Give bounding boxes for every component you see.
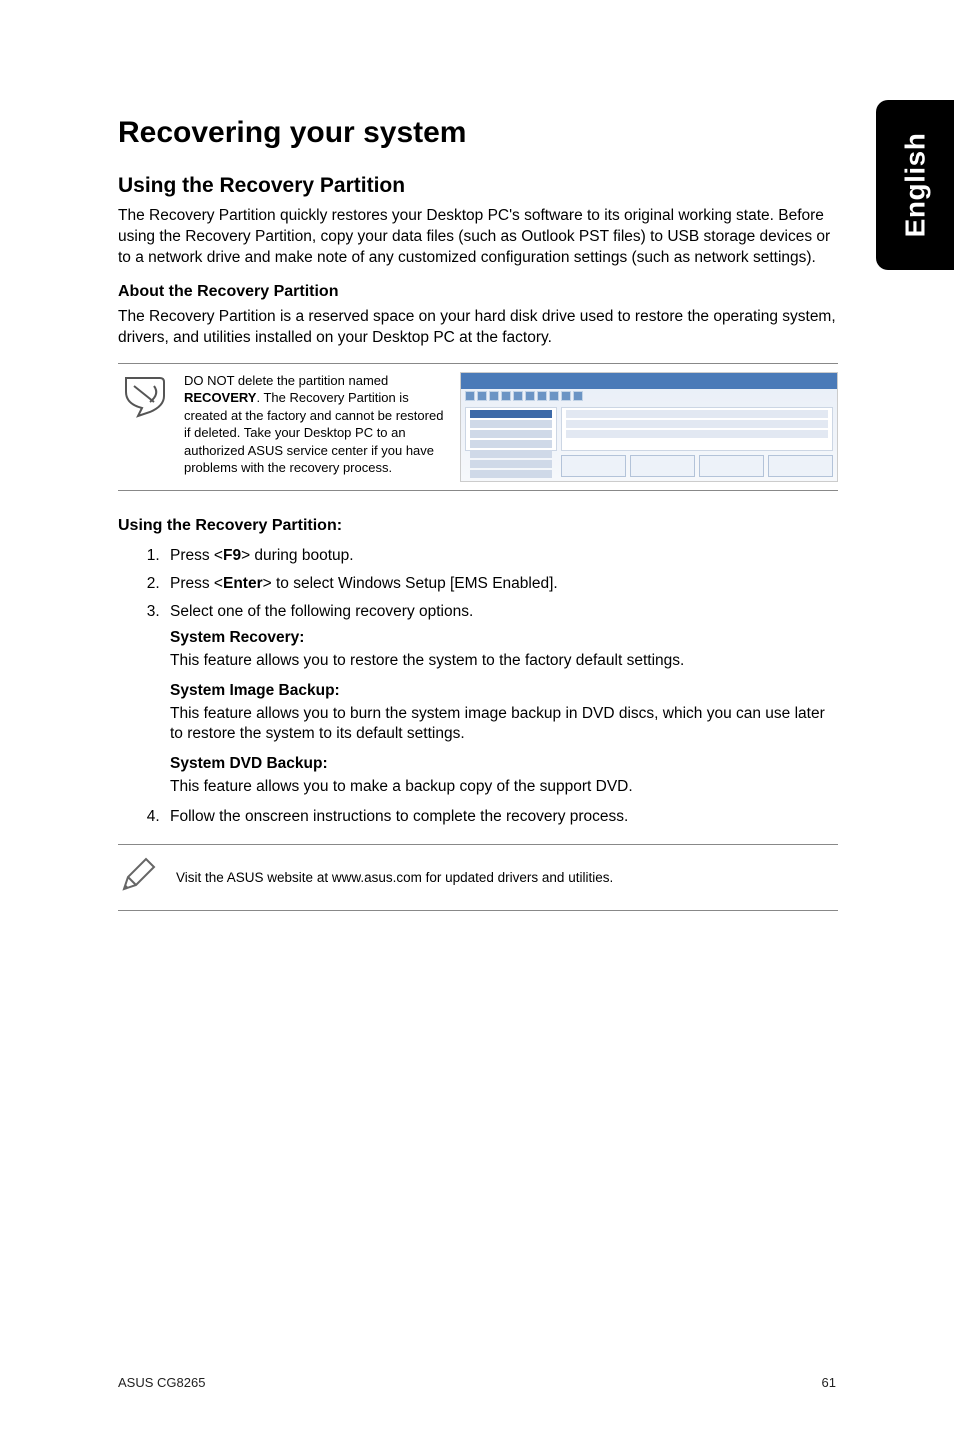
step-2: Press <Enter> to select Windows Setup [E… — [164, 575, 838, 593]
step-4: Follow the onscreen instructions to comp… — [164, 808, 838, 826]
language-tab: English — [876, 100, 954, 270]
option-body-dvd-backup: This feature allows you to make a backup… — [170, 777, 838, 798]
option-body-system-recovery: This feature allows you to restore the s… — [170, 651, 838, 672]
step-1: Press <F9> during bootup. — [164, 547, 838, 565]
page-content: Recovering your system Using the Recover… — [118, 116, 838, 911]
page-footer: ASUS CG8265 61 — [118, 1369, 836, 1390]
option-heading-dvd-backup: System DVD Backup: — [170, 755, 838, 773]
section-heading-about: About the Recovery Partition — [118, 283, 838, 301]
option-heading-system-recovery: System Recovery: — [170, 629, 838, 647]
step-3: Select one of the following recovery opt… — [164, 603, 838, 799]
step-1-key: F9 — [223, 547, 241, 564]
info-note-text: Visit the ASUS website at www.asus.com f… — [176, 870, 613, 885]
warning-icon — [118, 372, 168, 418]
step-1-post: > during bootup. — [241, 547, 353, 564]
footer-model: ASUS CG8265 — [118, 1375, 205, 1390]
step-1-pre: Press < — [170, 547, 223, 564]
disk-management-screenshot — [460, 372, 838, 482]
option-heading-image-backup: System Image Backup: — [170, 682, 838, 700]
step-2-key: Enter — [223, 575, 263, 592]
section-heading-recovery-partition: Using the Recovery Partition — [118, 174, 838, 198]
pencil-icon — [118, 855, 158, 900]
step-4-text: Follow the onscreen instructions to comp… — [170, 808, 628, 825]
section-heading-using: Using the Recovery Partition: — [118, 517, 838, 535]
steps-list: Press <F9> during bootup. Press <Enter> … — [118, 547, 838, 827]
warning-text-strong: RECOVERY — [184, 390, 256, 405]
footer-page-number: 61 — [822, 1375, 836, 1390]
section-body-about: The Recovery Partition is a reserved spa… — [118, 307, 838, 349]
language-tab-label: English — [899, 133, 931, 238]
step-2-post: > to select Windows Setup [EMS Enabled]. — [263, 575, 558, 592]
page-title: Recovering your system — [118, 116, 838, 150]
info-note: Visit the ASUS website at www.asus.com f… — [118, 844, 838, 911]
option-body-image-backup: This feature allows you to burn the syst… — [170, 704, 838, 746]
step-3-text: Select one of the following recovery opt… — [170, 603, 473, 620]
warning-text-prefix: DO NOT delete the partition named — [184, 373, 388, 388]
section-body-recovery-partition: The Recovery Partition quickly restores … — [118, 206, 838, 269]
warning-text: DO NOT delete the partition named RECOVE… — [184, 372, 444, 477]
warning-callout: DO NOT delete the partition named RECOVE… — [118, 363, 838, 491]
step-2-pre: Press < — [170, 575, 223, 592]
